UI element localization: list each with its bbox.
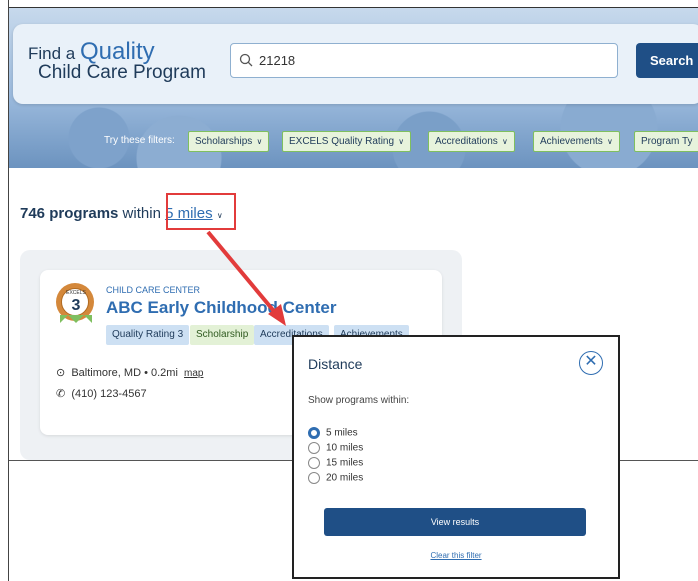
frame-border-top bbox=[8, 7, 698, 8]
radio-5-miles[interactable]: 5 miles bbox=[308, 427, 358, 441]
map-link[interactable]: map bbox=[184, 368, 203, 379]
tag-quality-rating: Quality Rating 3 bbox=[106, 325, 190, 345]
program-location: ⊙ Baltimore, MD • 0.2mi map bbox=[56, 366, 203, 379]
phone-text: (410) 123-4567 bbox=[71, 388, 147, 400]
tag-scholarship: Scholarship bbox=[190, 325, 255, 345]
view-results-button[interactable]: View results bbox=[324, 508, 586, 536]
distance-popover: Distance ✕ Show programs within: 5 miles… bbox=[292, 335, 620, 579]
popover-title: Distance bbox=[308, 356, 363, 372]
filter-label: Accreditations bbox=[435, 136, 498, 147]
badge-label: EXCELS bbox=[66, 290, 86, 296]
filter-program-type[interactable]: Program Ty bbox=[634, 131, 698, 152]
location-text: Baltimore, MD • 0.2mi bbox=[71, 367, 178, 379]
filter-achievements[interactable]: Achievements ∨ bbox=[533, 131, 620, 152]
chevron-down-icon: ∨ bbox=[604, 137, 613, 146]
program-type: CHILD CARE CENTER bbox=[106, 285, 201, 295]
results-within: within bbox=[118, 205, 166, 222]
chevron-down-icon: ∨ bbox=[396, 137, 405, 146]
results-count: 746 programs bbox=[20, 205, 119, 222]
filters-label: Try these filters: bbox=[104, 135, 175, 146]
radio-10-miles[interactable]: 10 miles bbox=[308, 442, 363, 456]
chevron-down-icon: ∨ bbox=[499, 137, 508, 146]
filter-scholarships[interactable]: Scholarships ∨ bbox=[188, 131, 270, 152]
search-input[interactable]: 21218 bbox=[230, 43, 618, 78]
filter-label: Program Ty bbox=[641, 136, 693, 147]
radio-label: 5 miles bbox=[326, 427, 358, 439]
search-value: 21218 bbox=[259, 53, 296, 68]
location-pin-icon: ⊙ bbox=[56, 367, 66, 379]
search-icon bbox=[239, 53, 253, 67]
badge-inner: EXCELS 3 bbox=[61, 288, 89, 316]
radio-label: 15 miles bbox=[326, 457, 364, 469]
app-frame: Find a Quality Child Care Program 21218 … bbox=[0, 0, 698, 581]
close-icon[interactable]: ✕ bbox=[579, 351, 603, 375]
filter-label: Scholarships bbox=[195, 136, 253, 147]
radio-icon bbox=[308, 457, 320, 469]
annotation-highlight-box bbox=[166, 193, 236, 230]
frame-border-left bbox=[8, 0, 9, 581]
radio-icon bbox=[308, 472, 320, 484]
search-button[interactable]: Search bbox=[636, 43, 698, 78]
badge-ribbon-right bbox=[76, 315, 92, 323]
radio-label: 10 miles bbox=[326, 442, 364, 454]
chevron-down-icon: ∨ bbox=[254, 137, 263, 146]
brand-quality: Quality bbox=[79, 38, 155, 65]
phone-icon: ✆ bbox=[56, 388, 66, 400]
brand-prefix: Find a bbox=[28, 44, 76, 63]
clear-filter-link[interactable]: Clear this filter bbox=[294, 551, 618, 560]
radio-20-miles[interactable]: 20 miles bbox=[308, 472, 363, 486]
popover-subtitle: Show programs within: bbox=[308, 395, 410, 406]
radio-label: 20 miles bbox=[326, 472, 364, 484]
radio-selected-icon bbox=[308, 427, 320, 439]
badge-ribbon-left bbox=[60, 315, 76, 323]
brand-subtitle: Child Care Program bbox=[38, 62, 206, 83]
filter-label: Achievements bbox=[540, 136, 603, 147]
filter-accreditations[interactable]: Accreditations ∨ bbox=[428, 131, 515, 152]
filter-label: EXCELS Quality Rating bbox=[289, 136, 395, 147]
badge-level: 3 bbox=[71, 297, 81, 314]
program-name[interactable]: ABC Early Childhood Center bbox=[106, 298, 336, 318]
program-phone: ✆ (410) 123-4567 bbox=[56, 387, 147, 400]
radio-icon bbox=[308, 442, 320, 454]
filter-excels-rating[interactable]: EXCELS Quality Rating ∨ bbox=[282, 131, 412, 152]
radio-15-miles[interactable]: 15 miles bbox=[308, 457, 363, 471]
